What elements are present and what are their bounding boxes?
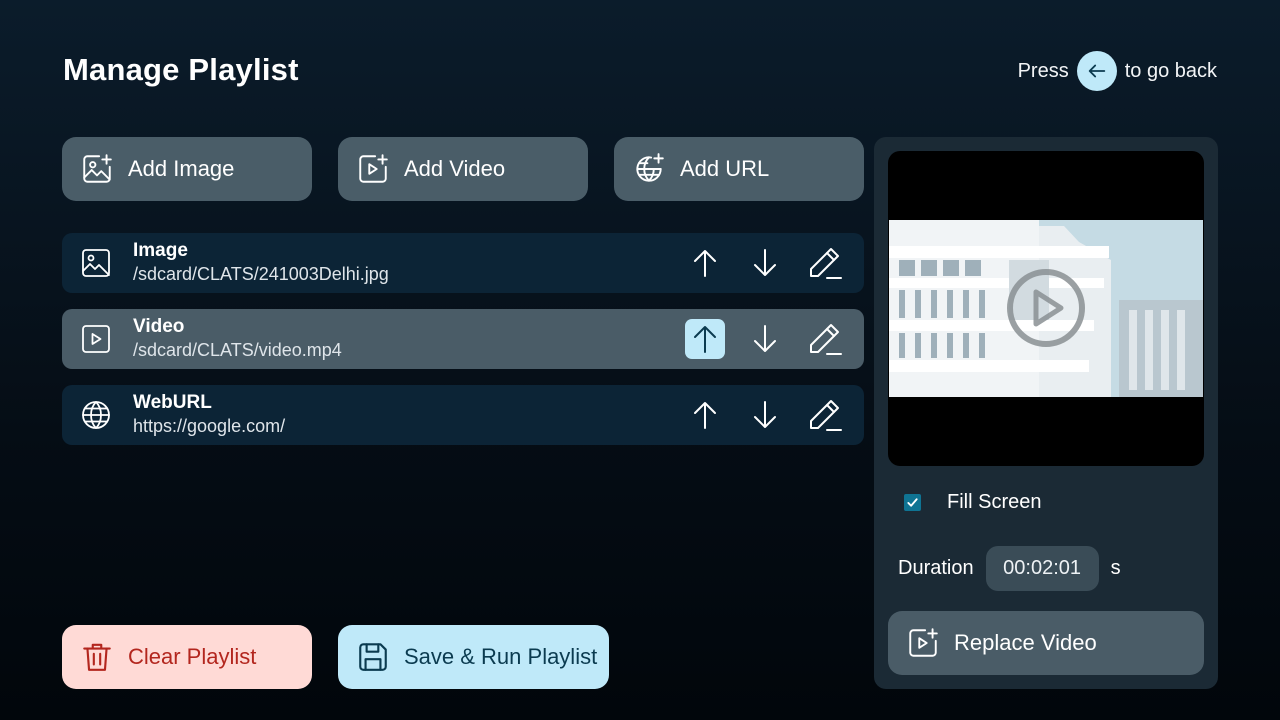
arrow-up-icon [694, 402, 716, 429]
arrow-down-icon [754, 401, 776, 428]
add-video-button[interactable]: Add Video [338, 137, 588, 201]
replace-video-button[interactable]: Replace Video [888, 611, 1204, 675]
save-icon [359, 643, 387, 671]
edit-button[interactable] [805, 395, 845, 435]
details-panel: Fill Screen Duration 00:02:01 s Replace … [874, 137, 1218, 689]
arrow-down-icon [754, 249, 776, 276]
move-up-button[interactable] [685, 319, 725, 359]
pencil-icon [810, 400, 842, 431]
pencil-icon [810, 324, 842, 355]
globe-icon [82, 401, 110, 429]
video-icon [82, 325, 110, 353]
playlist-item-weburl[interactable]: WebURL https://google.com/ [62, 385, 864, 445]
save-run-playlist-button[interactable]: Save & Run Playlist [338, 625, 609, 689]
trash-icon [83, 643, 111, 671]
add-url-button[interactable]: Add URL [614, 137, 864, 201]
duration-row: Duration 00:02:01 s [898, 546, 1121, 591]
replace-video-icon [909, 628, 938, 657]
edit-button[interactable] [805, 243, 845, 283]
save-run-playlist-label: Save & Run Playlist [404, 644, 598, 669]
playlist-item-video[interactable]: Video /sdcard/CLATS/video.mp4 [62, 309, 864, 369]
add-video-icon [359, 154, 388, 183]
move-up-button[interactable] [685, 243, 725, 283]
fill-screen-label: Fill Screen [947, 491, 1042, 513]
add-image-button[interactable]: Add Image [62, 137, 312, 201]
pencil-icon [810, 248, 842, 279]
duration-input[interactable]: 00:02:01 [985, 546, 1099, 591]
move-down-button[interactable] [745, 243, 785, 283]
fill-screen-checkbox[interactable] [904, 494, 921, 511]
add-image-icon [83, 154, 112, 183]
playlist-item-type: Image [133, 240, 188, 261]
fill-screen-toggle[interactable]: Fill Screen [904, 491, 1041, 514]
video-preview[interactable] [888, 151, 1204, 466]
playlist-item-path: https://google.com/ [133, 416, 286, 436]
arrow-up-icon [694, 326, 716, 353]
arrow-left-icon [1088, 64, 1105, 78]
playlist-item-type: WebURL [133, 392, 212, 413]
move-down-button[interactable] [745, 395, 785, 435]
add-url-icon [636, 153, 664, 182]
back-hint: Press to go back [1018, 51, 1217, 91]
duration-unit: s [1110, 557, 1121, 579]
edit-button[interactable] [805, 319, 845, 359]
page-title: Manage Playlist [63, 52, 299, 87]
clear-playlist-button[interactable]: Clear Playlist [62, 625, 312, 689]
add-video-label: Add Video [404, 156, 506, 181]
replace-video-label: Replace Video [954, 630, 1097, 655]
arrow-up-icon [694, 250, 716, 277]
check-icon [907, 498, 918, 507]
move-up-button[interactable] [685, 395, 725, 435]
playlist-item-image[interactable]: Image /sdcard/CLATS/241003Delhi.jpg [62, 233, 864, 293]
back-hint-suffix: to go back [1124, 59, 1217, 82]
playlist-item-type: Video [133, 316, 185, 337]
add-url-label: Add URL [680, 156, 770, 181]
playlist-item-path: /sdcard/CLATS/241003Delhi.jpg [133, 264, 389, 284]
back-button[interactable] [1076, 51, 1117, 91]
video-thumbnail [889, 220, 1203, 397]
add-image-label: Add Image [128, 156, 235, 181]
duration-label: Duration [898, 557, 974, 579]
back-hint-prefix: Press [1017, 59, 1069, 82]
image-icon [82, 249, 110, 277]
playlist-item-path: /sdcard/CLATS/video.mp4 [133, 340, 342, 360]
arrow-down-icon [754, 325, 776, 352]
clear-playlist-label: Clear Playlist [128, 644, 257, 669]
move-down-button[interactable] [745, 319, 785, 359]
